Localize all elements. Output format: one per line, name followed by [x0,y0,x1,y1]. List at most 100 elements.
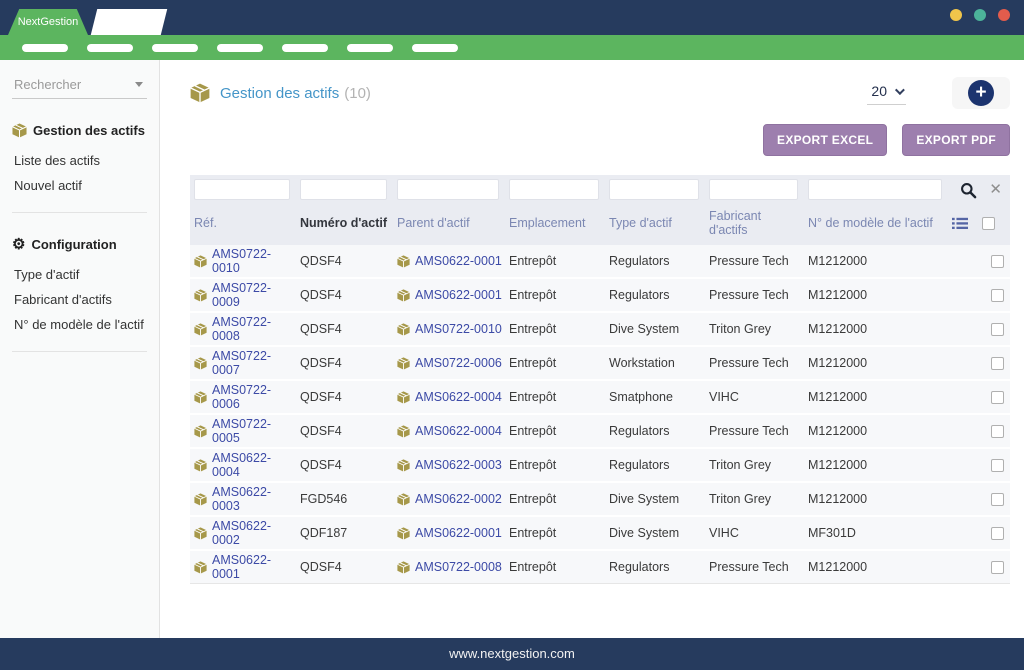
table-row[interactable]: AMS0622-0001 QDSF4 AMS0722-0008 Entrepôt… [190,550,1010,584]
close-icon[interactable]: ✕ [989,180,1002,198]
row-checkbox[interactable] [991,391,1004,404]
nav-placeholder-pill[interactable] [87,44,133,52]
filter-ref-input[interactable] [194,179,290,200]
sidebar-search-select[interactable]: Rechercher [12,74,147,99]
sidebar-item-liste-des-actifs[interactable]: Liste des actifs [12,148,147,173]
asset-location: Entrepôt [509,288,556,302]
filter-parent-input[interactable] [397,179,499,200]
table-row[interactable]: AMS0722-0009 QDSF4 AMS0622-0001 Entrepôt… [190,278,1010,312]
parent-asset-link[interactable]: AMS0722-0006 [415,356,502,370]
row-checkbox[interactable] [991,561,1004,574]
window-controls [950,9,1010,21]
nav-placeholder-pill[interactable] [152,44,198,52]
parent-asset-link[interactable]: AMS0622-0001 [415,254,502,268]
asset-number: QDSF4 [300,390,342,404]
row-checkbox[interactable] [991,459,1004,472]
export-toolbar: EXPORT EXCEL EXPORT PDF [190,124,1010,156]
nav-placeholder-pill[interactable] [217,44,263,52]
page-size-select[interactable]: 20 [867,81,906,105]
filter-num-input[interactable] [300,179,387,200]
list-view-icon[interactable] [952,217,968,230]
row-checkbox[interactable] [991,255,1004,268]
table-row[interactable]: AMS0722-0005 QDSF4 AMS0622-0004 Entrepôt… [190,414,1010,448]
asset-ref-link[interactable]: AMS0622-0003 [212,485,294,513]
sidebar-item-type-actif[interactable]: Type d'actif [12,262,147,287]
parent-asset-link[interactable]: AMS0622-0004 [415,424,502,438]
row-checkbox[interactable] [991,493,1004,506]
row-checkbox[interactable] [991,357,1004,370]
sidebar-item-fabricant-actifs[interactable]: Fabricant d'actifs [12,287,147,312]
column-header-num[interactable]: Numéro d'actif [298,204,395,245]
box-icon [194,255,207,268]
column-header-emplacement[interactable]: Emplacement [507,204,607,245]
parent-asset-link[interactable]: AMS0622-0003 [415,458,502,472]
select-all-checkbox[interactable] [982,217,995,230]
brand-tab[interactable]: NextGestion [8,9,88,35]
parent-asset-link[interactable]: AMS0722-0010 [415,322,502,336]
secondary-tab-shape[interactable] [91,9,167,35]
asset-ref-link[interactable]: AMS0622-0004 [212,451,294,479]
row-checkbox[interactable] [991,527,1004,540]
column-header-fabricant[interactable]: Fabricant d'actifs [707,204,806,245]
export-excel-button[interactable]: EXPORT EXCEL [763,124,887,156]
row-checkbox[interactable] [991,289,1004,302]
nav-placeholder-pill[interactable] [412,44,458,52]
column-header-modele[interactable]: N° de modèle de l'actif [806,204,950,245]
table-row[interactable]: AMS0622-0004 QDSF4 AMS0622-0003 Entrepôt… [190,448,1010,482]
parent-asset-link[interactable]: AMS0622-0001 [415,526,502,540]
row-checkbox[interactable] [991,425,1004,438]
box-icon [190,83,210,103]
window-dot-green-icon [974,9,986,21]
search-placeholder: Rechercher [14,77,81,92]
asset-ref-link[interactable]: AMS0722-0006 [212,383,294,411]
filter-type-input[interactable] [609,179,699,200]
asset-type: Dive System [609,322,679,336]
box-icon [397,255,410,268]
table-row[interactable]: AMS0722-0007 QDSF4 AMS0722-0006 Entrepôt… [190,346,1010,380]
nav-placeholder-pill[interactable] [22,44,68,52]
asset-type: Dive System [609,492,679,506]
asset-model: M1212000 [808,560,867,574]
sidebar-item-nouvel-actif[interactable]: Nouvel actif [12,173,147,198]
table-row[interactable]: AMS0722-0010 QDSF4 AMS0622-0001 Entrepôt… [190,245,1010,278]
nav-placeholder-pill[interactable] [282,44,328,52]
column-header-type[interactable]: Type d'actif [607,204,707,245]
asset-ref-link[interactable]: AMS0722-0009 [212,281,294,309]
parent-asset-link[interactable]: AMS0622-0002 [415,492,502,506]
export-pdf-button[interactable]: EXPORT PDF [902,124,1010,156]
box-icon [194,459,207,472]
parent-asset-link[interactable]: AMS0722-0008 [415,560,502,574]
asset-ref-link[interactable]: AMS0722-0005 [212,417,294,445]
filter-fabricant-input[interactable] [709,179,798,200]
search-icon[interactable] [960,182,977,199]
row-checkbox[interactable] [991,323,1004,336]
record-count: (10) [344,85,371,102]
box-icon [397,323,410,336]
table-row[interactable]: AMS0722-0008 QDSF4 AMS0722-0010 Entrepôt… [190,312,1010,346]
asset-manufacturer: VIHC [709,390,739,404]
filter-modele-input[interactable] [808,179,942,200]
asset-type: Regulators [609,560,669,574]
asset-number: QDSF4 [300,560,342,574]
asset-model: M1212000 [808,390,867,404]
parent-asset-link[interactable]: AMS0622-0001 [415,288,502,302]
asset-ref-link[interactable]: AMS0722-0007 [212,349,294,377]
box-icon [397,493,410,506]
add-asset-button[interactable]: + [968,80,994,106]
asset-ref-link[interactable]: AMS0622-0002 [212,519,294,547]
table-row[interactable]: AMS0622-0002 QDF187 AMS0622-0001 Entrepô… [190,516,1010,550]
sidebar-item-modele-actif[interactable]: N° de modèle de l'actif [12,312,147,337]
filter-emplacement-input[interactable] [509,179,599,200]
asset-ref-link[interactable]: AMS0722-0010 [212,247,294,275]
table-row[interactable]: AMS0622-0003 FGD546 AMS0622-0002 Entrepô… [190,482,1010,516]
footer-url[interactable]: www.nextgestion.com [449,646,575,661]
box-icon [194,391,207,404]
table-row[interactable]: AMS0722-0006 QDSF4 AMS0622-0004 Entrepôt… [190,380,1010,414]
column-header-parent[interactable]: Parent d'actif [395,204,507,245]
nav-placeholder-pill[interactable] [347,44,393,52]
asset-ref-link[interactable]: AMS0622-0001 [212,553,294,581]
column-header-ref[interactable]: Réf. [190,204,298,245]
parent-asset-link[interactable]: AMS0622-0004 [415,390,502,404]
asset-ref-link[interactable]: AMS0722-0008 [212,315,294,343]
box-icon [397,561,410,574]
